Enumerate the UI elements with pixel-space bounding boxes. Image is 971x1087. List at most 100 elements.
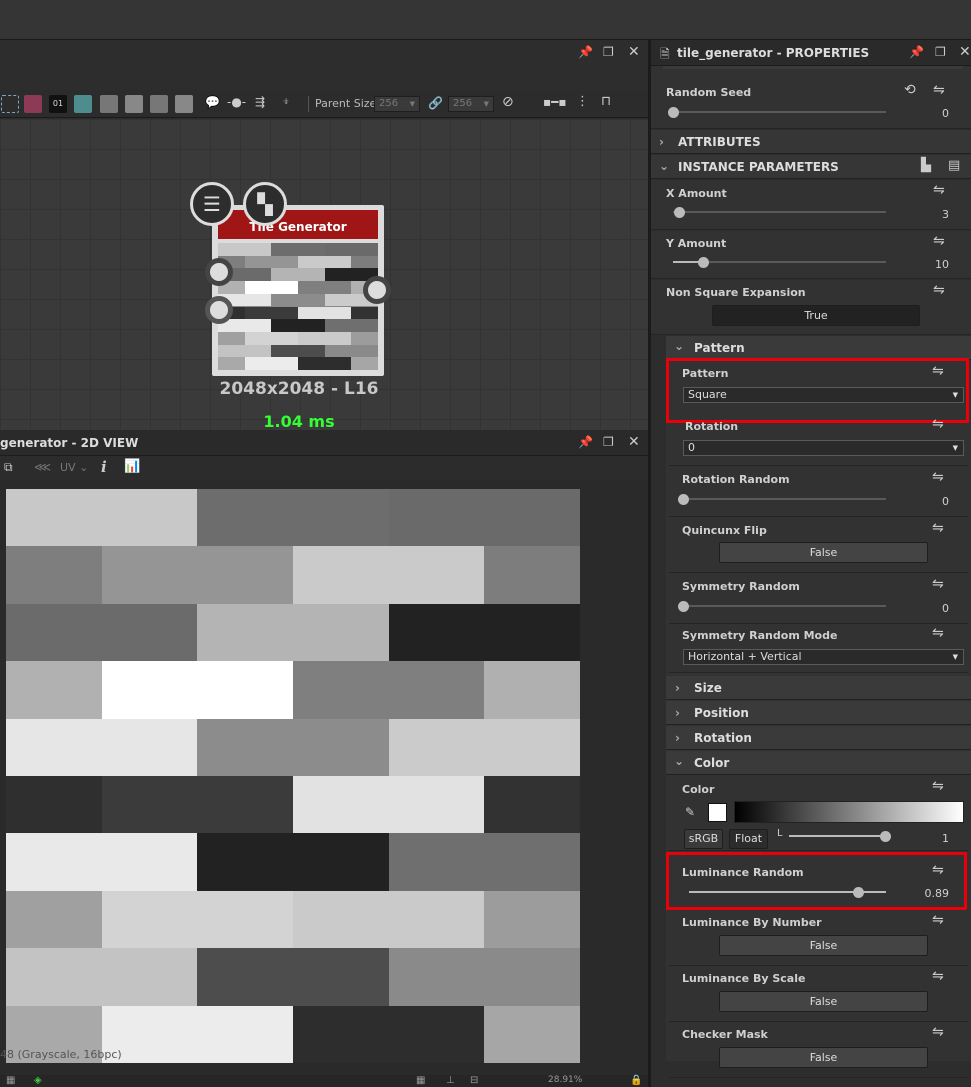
distribute-icon[interactable]: ⊓ — [601, 94, 611, 109]
align-horizontal-icon[interactable]: ▪━▪ — [543, 95, 567, 109]
align-vertical-icon[interactable]: ⋮ — [576, 94, 589, 109]
input-port-2[interactable] — [205, 296, 233, 324]
x-amount-row: X Amount ⇋ 3 — [651, 180, 971, 230]
preset-save-icon[interactable]: ▙ — [921, 158, 931, 173]
info-icon[interactable]: i — [101, 458, 107, 476]
symmetry-random-mode-dropdown[interactable]: Horizontal + Vertical ▼ — [683, 649, 964, 665]
x-amount-track[interactable] — [673, 211, 886, 213]
link-icon[interactable]: 🔗 — [428, 96, 443, 110]
input-port-1[interactable] — [205, 258, 233, 286]
non-square-expansion-toggle[interactable]: True — [712, 305, 920, 326]
srgb-button[interactable]: sRGB — [684, 829, 723, 849]
pin-icon[interactable]: 📌 — [578, 45, 593, 59]
fit-icon[interactable]: ⊥ — [446, 1075, 455, 1086]
chevron-down-icon: ▼ — [483, 100, 489, 108]
luminance-by-scale-toggle[interactable]: False — [719, 991, 928, 1012]
function-link-icon[interactable]: ⇋ — [932, 576, 944, 592]
random-seed-track[interactable] — [673, 111, 886, 113]
instance-parameters-section[interactable]: ⌄ INSTANCE PARAMETERS ▙ ▤ — [651, 155, 971, 179]
random-seed-knob[interactable] — [668, 107, 679, 118]
close-icon[interactable]: ✕ — [628, 434, 640, 450]
symmetry-random-track[interactable] — [689, 605, 886, 607]
preset-load-icon[interactable]: ▤ — [948, 158, 960, 173]
function-link-icon[interactable]: ⇋ — [933, 182, 945, 198]
parent-size-height-dropdown[interactable]: 256 ▼ — [448, 96, 494, 112]
color-l-knob[interactable] — [880, 831, 891, 842]
pin-icon[interactable]: 📌 — [578, 435, 593, 449]
function-link-icon[interactable]: ⇋ — [932, 520, 944, 536]
checker-mask-toggle[interactable]: False — [719, 1047, 928, 1068]
pin-icon[interactable]: 📌 — [909, 45, 924, 59]
parent-size-width-dropdown[interactable]: 256 ▼ — [374, 96, 420, 112]
color-channel-icon[interactable]: ◈ — [34, 1075, 42, 1086]
tile-generator-node[interactable]: Tile Generator — [212, 205, 384, 376]
tiling-icon[interactable]: ▦ — [416, 1075, 425, 1086]
eyedropper-icon[interactable]: ✎ — [685, 805, 695, 819]
position-section[interactable]: › Position — [666, 701, 971, 725]
float-button[interactable]: Float — [729, 829, 768, 849]
blend-node-icon[interactable] — [125, 95, 143, 113]
function-link-icon[interactable]: ⇋ — [932, 912, 944, 928]
rotation-random-label: Rotation Random — [682, 473, 790, 486]
attributes-section[interactable]: › ATTRIBUTES — [651, 130, 971, 154]
x-amount-knob[interactable] — [674, 207, 686, 218]
maximize-icon[interactable]: ❐ — [603, 435, 614, 449]
random-seed-dice-icon[interactable]: ⟲ — [904, 82, 916, 98]
output-port[interactable] — [363, 276, 391, 304]
function-link-icon[interactable]: ⇋ — [933, 82, 945, 98]
maximize-icon[interactable]: ❐ — [935, 45, 946, 59]
luminance-by-number-toggle[interactable]: False — [719, 935, 928, 956]
quincunx-flip-toggle[interactable]: False — [719, 542, 928, 563]
y-amount-knob[interactable] — [697, 257, 709, 268]
color-section[interactable]: ⌄ Color — [666, 751, 971, 775]
view2d-canvas[interactable]: 48 (Grayscale, 16bpc) — [0, 480, 648, 1075]
function-link-icon[interactable]: ⇋ — [932, 968, 944, 984]
node-title: Tile Generator — [218, 210, 378, 239]
tile-cell — [6, 833, 198, 891]
function-link-icon[interactable]: ⇋ — [932, 778, 944, 794]
histogram-icon[interactable]: 📊 — [124, 459, 140, 474]
function-link-icon[interactable]: ⇋ — [932, 416, 944, 432]
function-link-icon[interactable]: ⇋ — [933, 233, 945, 249]
function-link-icon[interactable]: ⇋ — [932, 469, 944, 485]
function-link-icon[interactable]: ⇋ — [932, 1024, 944, 1040]
copy-icon[interactable]: ⧉ — [4, 460, 13, 475]
color-l-track[interactable] — [789, 835, 885, 837]
close-icon[interactable]: ✕ — [959, 44, 971, 60]
luminance-gradient[interactable] — [734, 801, 964, 823]
curve-node-icon[interactable] — [150, 95, 168, 113]
graph-toolbar: 01 💬 -●- ⇶ ⍖ Parent Size: 256 ▼ 🔗 256 ▼ ⊘ … — [0, 90, 648, 118]
uv-node-icon[interactable] — [74, 95, 92, 113]
uv-dropdown[interactable]: UV ⌄ — [60, 461, 88, 474]
rotation-section[interactable]: › Rotation — [666, 726, 971, 750]
reset-size-icon[interactable]: ⊘ — [502, 94, 514, 110]
quincunx-flip-row: Quincunx Flip ⇋ False — [669, 518, 968, 573]
color-swatch[interactable] — [708, 803, 727, 822]
share-icon[interactable]: ⋘ — [34, 460, 51, 474]
checker-icon[interactable]: ▚ — [243, 182, 287, 226]
graph-canvas[interactable]: Tile Generator ☰ ▚ 2048x2048 - L16 1.04 … — [0, 119, 648, 431]
close-icon[interactable]: ✕ — [628, 44, 640, 60]
function-link-icon[interactable]: ⇋ — [932, 625, 944, 641]
rotation-random-track[interactable] — [689, 498, 886, 500]
document-icon[interactable]: ☰ — [190, 182, 234, 226]
dot-node-icon[interactable]: -●- — [227, 95, 246, 109]
pattern-section[interactable]: ⌄ Pattern — [666, 336, 971, 360]
share-icon[interactable]: ⇶ — [255, 95, 265, 109]
paint-tool-icon[interactable] — [24, 95, 42, 113]
frame-select-icon[interactable] — [1, 95, 19, 113]
rotation-random-knob[interactable] — [678, 494, 689, 505]
lock-icon[interactable]: 🔒 — [630, 1075, 642, 1086]
maximize-icon[interactable]: ❐ — [603, 45, 614, 59]
function-link-icon[interactable]: ⇋ — [933, 282, 945, 298]
size-section[interactable]: › Size — [666, 676, 971, 700]
camera-icon[interactable]: ⊟ — [470, 1075, 478, 1086]
grid-icon[interactable]: ▦ — [6, 1075, 15, 1086]
symmetry-random-knob[interactable] — [678, 601, 689, 612]
pin-node-icon[interactable]: ⍖ — [282, 94, 290, 109]
binary-node-icon[interactable]: 01 — [49, 95, 67, 113]
rotation-dropdown[interactable]: 0 ▼ — [683, 440, 964, 456]
comment-icon[interactable]: 💬 — [205, 95, 220, 109]
gradient-node-icon[interactable] — [175, 95, 193, 113]
pattern-node-icon[interactable] — [100, 95, 118, 113]
